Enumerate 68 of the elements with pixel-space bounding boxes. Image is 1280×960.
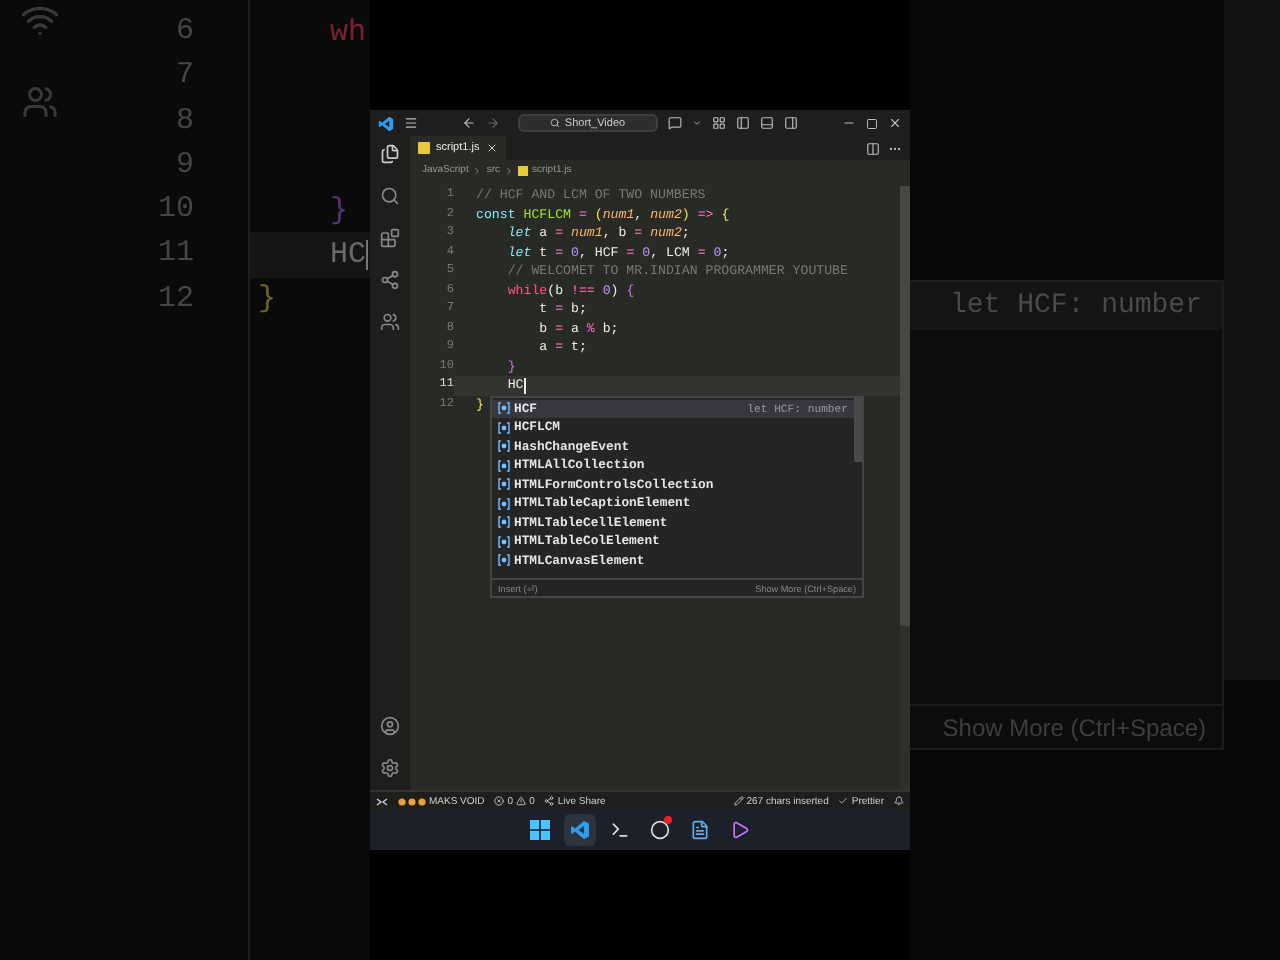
- taskbar-button[interactable]: [524, 814, 556, 846]
- line-number: 8: [173, 101, 194, 142]
- text-cursor: [366, 240, 369, 271]
- search-icon: [550, 118, 561, 128]
- files-icon[interactable]: [380, 144, 400, 164]
- line-number: 10: [155, 190, 194, 231]
- maximize-icon[interactable]: [866, 117, 878, 129]
- variable-icon: [498, 402, 510, 415]
- close-icon[interactable]: [485, 142, 498, 154]
- variable-icon: [498, 497, 510, 510]
- panel-toggle-icon[interactable]: [760, 116, 774, 130]
- error-icon[interactable]: [494, 796, 505, 806]
- terminal-icon[interactable]: [610, 820, 630, 840]
- notepad-icon[interactable]: [690, 820, 710, 840]
- variable-icon: [498, 440, 510, 453]
- close-icon[interactable]: [888, 116, 902, 130]
- variable-icon: [498, 421, 510, 434]
- account-icon[interactable]: [380, 716, 400, 736]
- code-line: wh: [328, 15, 367, 50]
- chat-icon[interactable]: [668, 116, 682, 130]
- forward-arrow-icon[interactable]: [486, 116, 500, 130]
- group-icon[interactable]: [380, 312, 400, 332]
- live-share-icon[interactable]: [544, 796, 555, 806]
- share-icon[interactable]: [380, 270, 400, 290]
- code-line: }: [256, 282, 277, 317]
- code-line: }: [328, 193, 349, 228]
- caret-icon[interactable]: [692, 118, 702, 128]
- settings-icon[interactable]: [380, 758, 400, 778]
- code-editor-icon[interactable]: [570, 820, 590, 840]
- scrollbar-thumb[interactable]: [900, 186, 910, 626]
- file-icon: [518, 165, 529, 175]
- line-number: 12: [155, 279, 194, 320]
- participants-icon[interactable]: [398, 797, 426, 805]
- warning-icon[interactable]: [516, 796, 527, 806]
- chevron-icon: [504, 165, 515, 175]
- menu-icon[interactable]: [404, 116, 418, 130]
- play-icon[interactable]: [730, 820, 750, 840]
- variable-icon: [498, 516, 510, 529]
- notification-badge: [664, 816, 672, 824]
- windows-logo-icon[interactable]: [530, 820, 550, 840]
- back-arrow-icon[interactable]: [462, 116, 476, 130]
- variable-icon: [498, 535, 510, 548]
- file-icon: [418, 142, 430, 154]
- chevron-icon: [472, 165, 483, 175]
- variable-icon: [498, 554, 510, 567]
- variable-icon: [498, 478, 510, 491]
- text-cursor: [523, 377, 526, 394]
- sidebar-toggle-icon[interactable]: [736, 116, 750, 130]
- line-number: 11: [155, 234, 194, 275]
- extensions-icon[interactable]: [380, 228, 400, 248]
- vscode-logo-icon[interactable]: [378, 115, 394, 131]
- search-icon[interactable]: [380, 186, 400, 206]
- code-line: HC: [328, 238, 367, 273]
- minimize-icon[interactable]: [842, 116, 856, 130]
- scrollbar-thumb[interactable]: [854, 397, 862, 461]
- split-editor-icon[interactable]: [866, 141, 880, 155]
- secondary-sidebar-icon[interactable]: [784, 116, 798, 130]
- variable-icon: [498, 459, 510, 472]
- line-number: 9: [173, 145, 194, 186]
- group-icon: [22, 84, 58, 120]
- taskbar-button[interactable]: [564, 814, 596, 846]
- pencil-icon[interactable]: [733, 796, 744, 806]
- line-number: 6: [173, 12, 194, 52]
- layout-icon[interactable]: [712, 116, 726, 130]
- check-icon[interactable]: [838, 796, 849, 806]
- bell-icon[interactable]: [894, 796, 904, 806]
- line-number: 7: [173, 56, 194, 97]
- circle-icon[interactable]: [650, 820, 670, 840]
